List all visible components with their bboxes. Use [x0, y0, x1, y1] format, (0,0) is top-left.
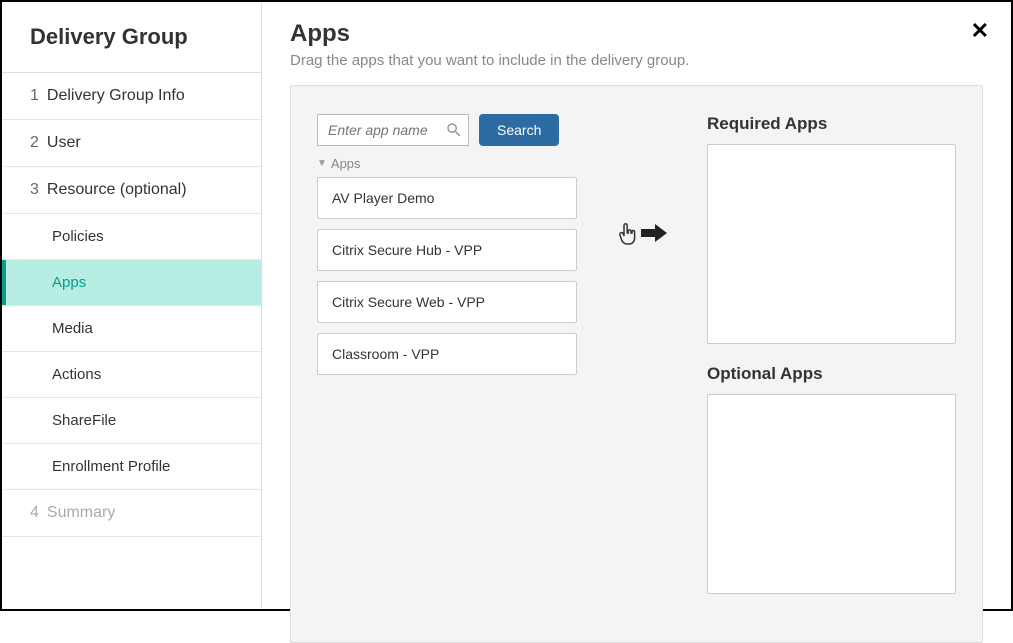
step-number: 4	[30, 504, 39, 522]
sidebar-item-media[interactable]: Media	[2, 306, 261, 352]
step-summary[interactable]: 4 Summary	[2, 490, 261, 537]
sidebar: Delivery Group 1 Delivery Group Info 2 U…	[2, 2, 262, 609]
app-item[interactable]: AV Player Demo	[317, 177, 577, 219]
required-apps-dropzone[interactable]	[707, 144, 956, 344]
page-title: Apps	[290, 20, 983, 48]
step-number: 2	[30, 134, 39, 152]
app-item[interactable]: Citrix Secure Web - VPP	[317, 281, 577, 323]
drag-hint	[617, 222, 667, 614]
main-content: ✕ Apps Drag the apps that you want to in…	[262, 2, 1011, 609]
search-row: Search	[317, 114, 577, 146]
arrow-right-icon	[641, 222, 667, 244]
optional-apps-dropzone[interactable]	[707, 394, 956, 594]
step-delivery-group-info[interactable]: 1 Delivery Group Info	[2, 73, 261, 120]
sidebar-item-sharefile[interactable]: ShareFile	[2, 398, 261, 444]
search-wrapper	[317, 114, 469, 146]
step-user[interactable]: 2 User	[2, 120, 261, 167]
sidebar-item-enrollment-profile[interactable]: Enrollment Profile	[2, 444, 261, 490]
sidebar-item-apps[interactable]: Apps	[2, 260, 261, 306]
hand-pointer-icon	[617, 222, 637, 246]
step-label: Summary	[47, 504, 115, 522]
apps-list-header[interactable]: ▼ Apps	[317, 156, 577, 171]
page-description: Drag the apps that you want to include i…	[290, 52, 983, 69]
collapse-icon: ▼	[317, 158, 327, 169]
required-apps-title: Required Apps	[707, 114, 956, 134]
sidebar-title: Delivery Group	[2, 2, 261, 73]
close-button[interactable]: ✕	[971, 18, 989, 44]
search-button[interactable]: Search	[479, 114, 559, 146]
optional-apps-title: Optional Apps	[707, 364, 956, 384]
sidebar-item-actions[interactable]: Actions	[2, 352, 261, 398]
app-item[interactable]: Citrix Secure Hub - VPP	[317, 229, 577, 271]
apps-header-label: Apps	[331, 156, 361, 171]
step-label: User	[47, 134, 81, 152]
step-label: Delivery Group Info	[47, 87, 185, 105]
search-icon	[445, 121, 463, 139]
apps-panel: Search ▼ Apps AV Player Demo Citrix Secu…	[290, 85, 983, 643]
step-label: Resource (optional)	[47, 181, 187, 199]
step-number: 1	[30, 87, 39, 105]
sidebar-item-policies[interactable]: Policies	[2, 214, 261, 260]
app-item[interactable]: Classroom - VPP	[317, 333, 577, 375]
target-column: Required Apps Optional Apps	[707, 114, 956, 614]
available-apps-column: Search ▼ Apps AV Player Demo Citrix Secu…	[317, 114, 577, 614]
step-number: 3	[30, 181, 39, 199]
step-resource[interactable]: 3 Resource (optional)	[2, 167, 261, 214]
